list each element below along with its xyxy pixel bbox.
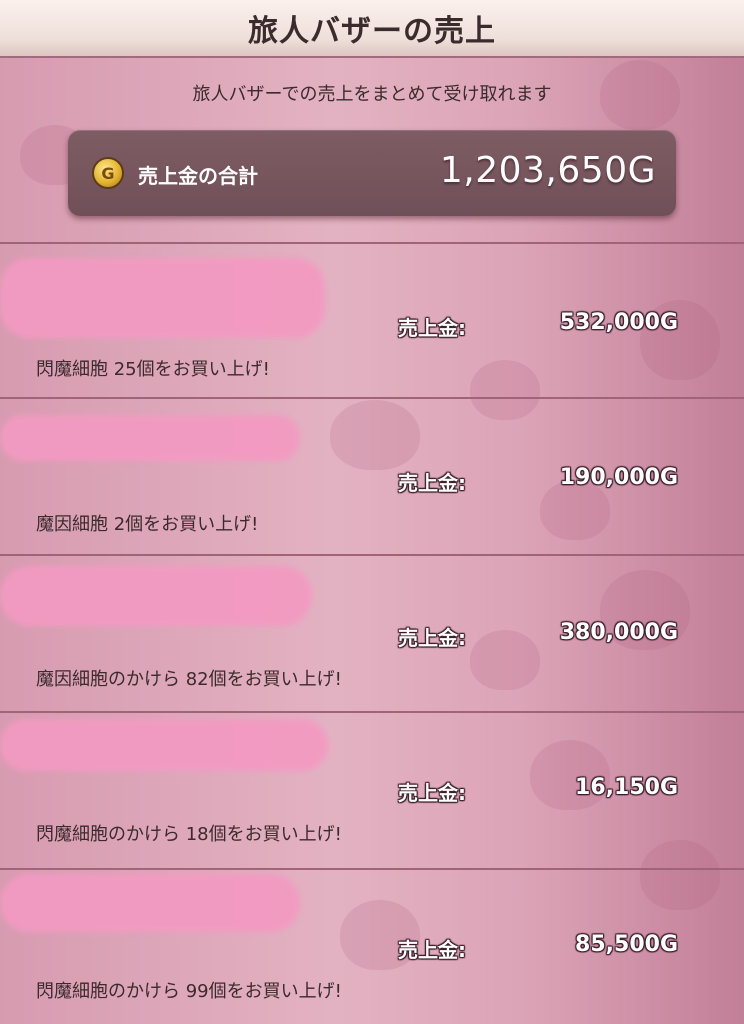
sales-label: 売上金: <box>398 938 466 962</box>
title-bar: 旅人バザーの売上 <box>0 0 744 58</box>
sale-row[interactable]: 売上金: 190,000G 魔因細胞 2個をお買い上げ! <box>0 401 744 556</box>
coin-letter: G <box>101 163 115 183</box>
sales-value: 532,000G <box>559 310 678 335</box>
total-value: 1,203,650G <box>439 150 656 191</box>
sales-label: 売上金: <box>398 781 466 805</box>
purchase-text: 閃魔細胞のかけら 18個をお買い上げ! <box>36 824 342 845</box>
sale-row[interactable]: 売上金: 532,000G 閃魔細胞 25個をお買い上げ! <box>0 244 744 399</box>
gold-coin-icon: G <box>92 157 124 189</box>
subtitle: 旅人バザーでの売上をまとめて受け取れます <box>192 84 552 105</box>
sales-total-panel: G 売上金の合計 1,203,650G <box>68 130 676 216</box>
sales-label: 売上金: <box>398 471 466 495</box>
sale-row[interactable]: 売上金: 85,500G 閃魔細胞のかけら 99個をお買い上げ! <box>0 872 744 1024</box>
sales-label: 売上金: <box>398 626 466 650</box>
sales-label: 売上金: <box>398 316 466 340</box>
redacted-buyer-name <box>0 874 300 932</box>
page-title: 旅人バザーの売上 <box>248 14 496 49</box>
sales-value: 16,150G <box>575 775 678 800</box>
purchase-text: 閃魔細胞 25個をお買い上げ! <box>36 359 270 380</box>
sale-row[interactable]: 売上金: 380,000G 魔因細胞のかけら 82個をお買い上げ! <box>0 558 744 713</box>
sales-value: 190,000G <box>559 465 678 490</box>
sales-value: 85,500G <box>575 932 678 957</box>
sales-value: 380,000G <box>559 620 678 645</box>
bazaar-sales-screen: 旅人バザーの売上 旅人バザーでの売上をまとめて受け取れます G 売上金の合計 1… <box>0 0 744 1024</box>
redacted-buyer-name <box>0 719 328 771</box>
redacted-buyer-name <box>0 415 300 461</box>
sale-row[interactable]: 売上金: 16,150G 閃魔細胞のかけら 18個をお買い上げ! <box>0 715 744 870</box>
redacted-buyer-name <box>0 566 312 626</box>
purchase-text: 閃魔細胞のかけら 99個をお買い上げ! <box>36 981 342 1002</box>
redacted-buyer-name <box>0 258 325 338</box>
purchase-text: 魔因細胞 2個をお買い上げ! <box>36 514 259 535</box>
total-label: 売上金の合計 <box>138 164 258 188</box>
purchase-text: 魔因細胞のかけら 82個をお買い上げ! <box>36 669 342 690</box>
